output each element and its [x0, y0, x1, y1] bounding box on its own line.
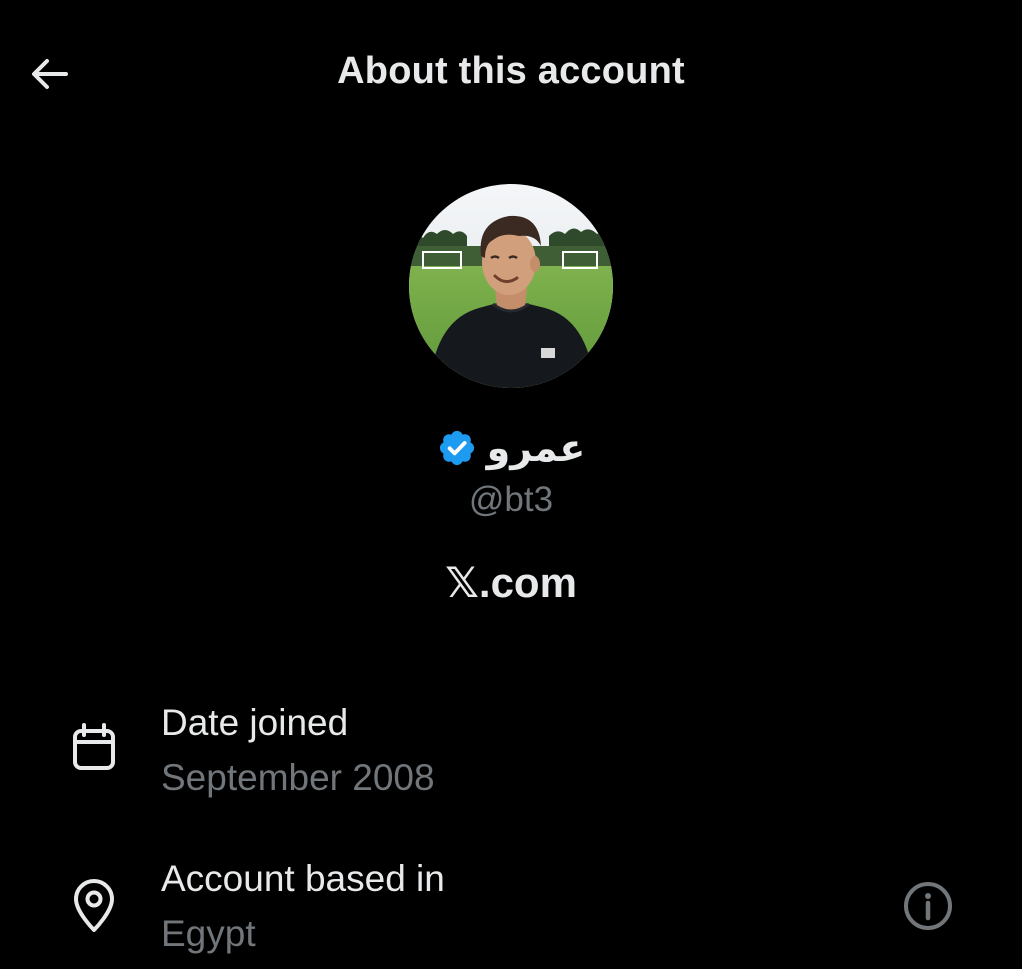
date-joined-row: Date joined September 2008	[0, 700, 1022, 810]
display-name: عمرو	[486, 426, 586, 470]
info-button[interactable]	[900, 878, 956, 934]
date-joined-value: September 2008	[161, 757, 435, 798]
name-row: عمرو	[0, 420, 1022, 476]
account-location-row: Account based in Egypt	[0, 856, 1022, 966]
calendar-icon	[66, 720, 122, 776]
x-com-link[interactable]: 𝕏.com	[0, 558, 1022, 607]
account-based-in-value: Egypt	[161, 913, 256, 954]
location-pin-icon	[66, 878, 122, 934]
verified-badge-icon	[439, 430, 474, 466]
profile-photo	[409, 184, 613, 388]
avatar[interactable]	[409, 184, 613, 388]
info-icon	[904, 882, 952, 930]
date-joined-label: Date joined	[161, 702, 349, 743]
username-handle: @bt3	[468, 480, 554, 519]
page-title: About this account	[337, 50, 685, 92]
account-based-in-label: Account based in	[161, 858, 445, 899]
